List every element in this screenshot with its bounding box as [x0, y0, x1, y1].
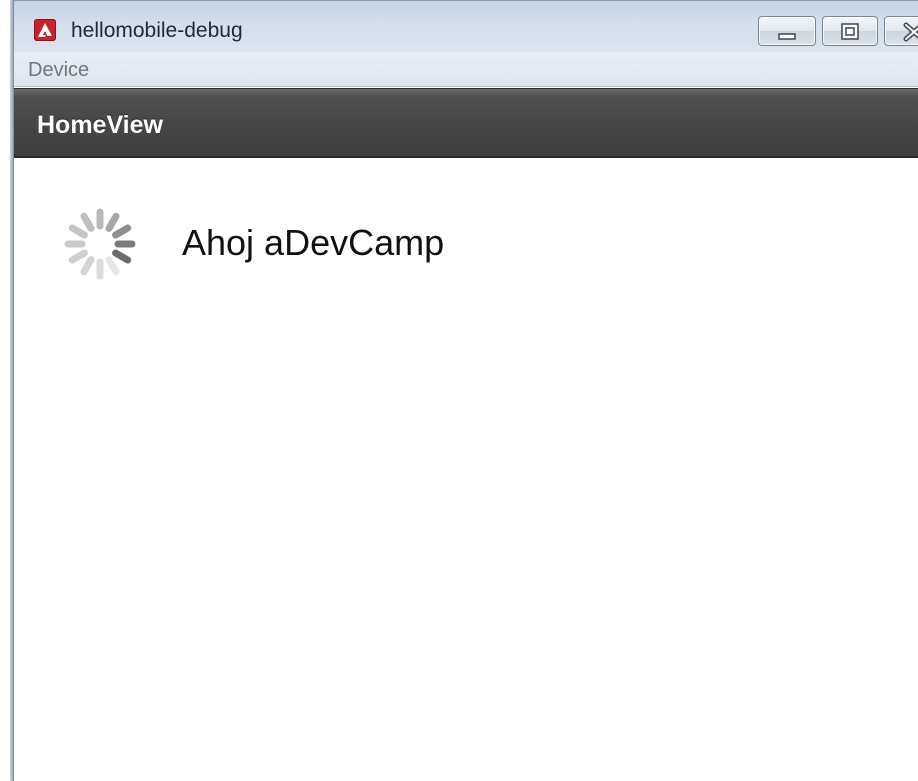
window-frame-left [0, 0, 14, 781]
close-button[interactable] [884, 16, 918, 46]
busy-spinner-icon [64, 208, 136, 280]
adobe-air-icon[interactable] [34, 19, 56, 41]
spinner-spoke [80, 212, 95, 232]
view-title: HomeView [37, 111, 163, 139]
window-title: hellomobile-debug [71, 19, 243, 42]
action-bar: HomeView [14, 88, 918, 158]
home-view-content: Ahoj aDevCamp [14, 158, 918, 781]
app-window: hellomobile-debug Device HomeView Ahoj a… [0, 0, 918, 781]
spinner-spoke [105, 212, 120, 232]
title-bar[interactable]: hellomobile-debug [14, 0, 918, 52]
spinner-spoke [112, 224, 132, 239]
spinner-spoke [105, 256, 120, 276]
menu-item-device[interactable]: Device [28, 58, 89, 82]
maximize-button[interactable] [822, 16, 878, 46]
spinner-spoke [80, 256, 95, 276]
maximize-icon [841, 23, 859, 40]
minimize-icon [778, 33, 796, 40]
spinner-spoke [68, 249, 88, 264]
spinner-spoke [68, 224, 88, 239]
close-icon [903, 22, 918, 42]
minimize-button[interactable] [758, 16, 816, 46]
spinner-spoke [112, 249, 132, 264]
greeting-label: Ahoj aDevCamp [182, 222, 445, 263]
menu-bar: Device [14, 52, 918, 87]
